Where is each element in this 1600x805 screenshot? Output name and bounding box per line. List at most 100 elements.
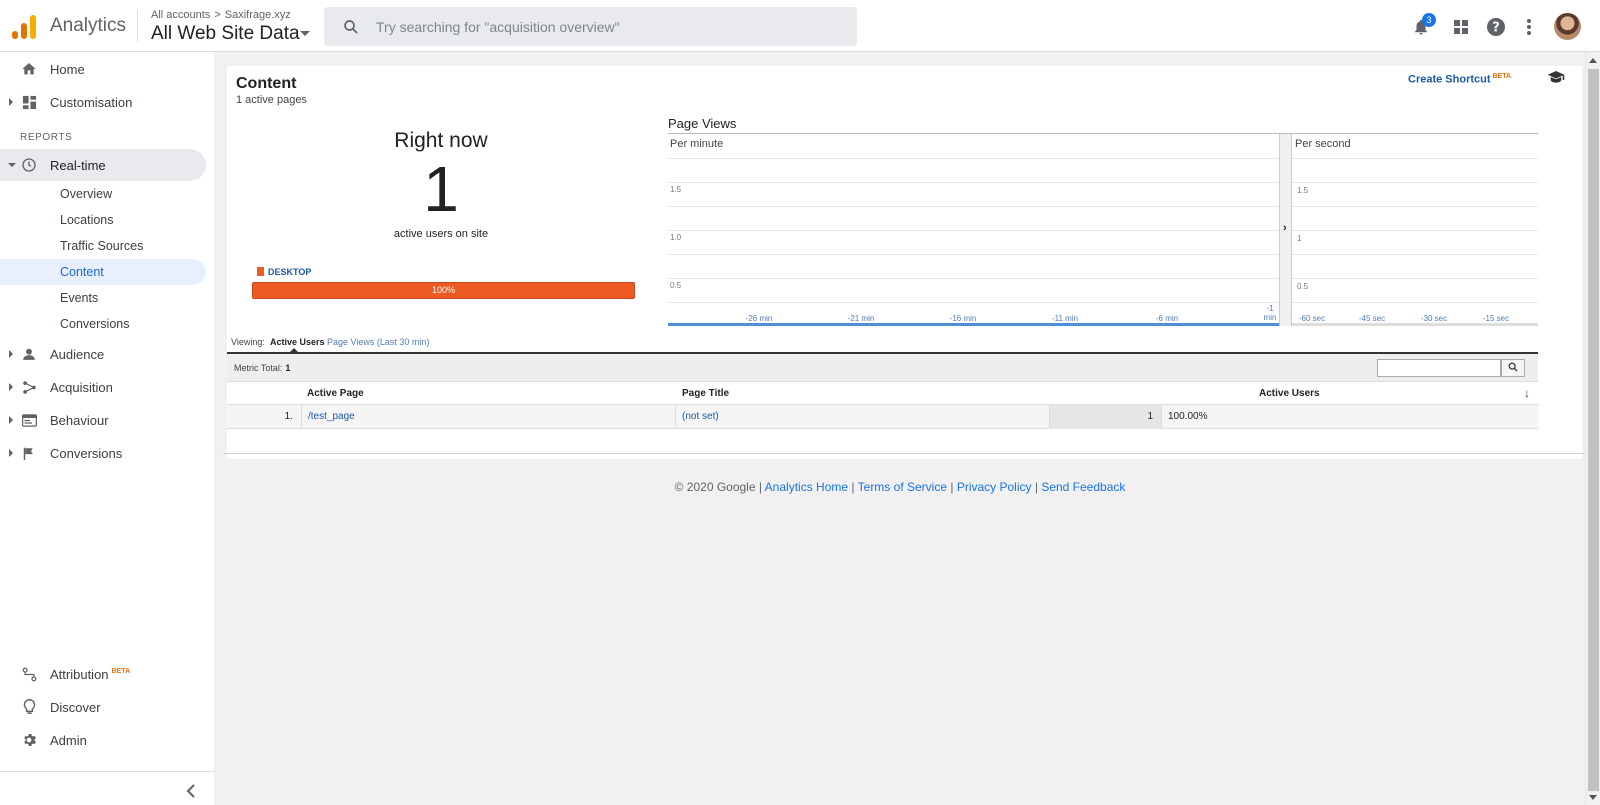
analytics-logo[interactable] bbox=[12, 13, 36, 39]
clock-icon bbox=[20, 156, 38, 174]
column-header-page-title[interactable]: Page Title bbox=[682, 388, 729, 399]
x-tick-label: -60 sec bbox=[1298, 314, 1326, 323]
sidebar-item-realtime[interactable]: Real-time bbox=[0, 149, 206, 181]
y-tick-label: 1.5 bbox=[1297, 186, 1309, 195]
chart-toggle-handle[interactable]: › bbox=[1279, 134, 1292, 326]
graduation-cap-icon[interactable] bbox=[1547, 70, 1565, 89]
sort-descending-icon[interactable]: ↓ bbox=[1524, 386, 1530, 400]
sidebar-item-label: Customisation bbox=[50, 94, 133, 110]
sidebar-item-label: Behaviour bbox=[50, 412, 109, 428]
active-page-value[interactable]: /test_page bbox=[308, 411, 355, 422]
gridline bbox=[1292, 278, 1538, 279]
copyright: © 2020 Google bbox=[674, 480, 756, 494]
expand-caret-icon[interactable] bbox=[9, 449, 13, 457]
view-selector[interactable]: All Web Site Data bbox=[151, 23, 300, 45]
sidebar-subitem-label: Locations bbox=[60, 213, 114, 227]
browser-window-icon bbox=[20, 411, 38, 429]
gridline bbox=[668, 302, 1279, 303]
footer-link-analytics-home[interactable]: Analytics Home bbox=[765, 480, 848, 494]
sidebar-item-label: Conversions bbox=[50, 445, 123, 461]
caret-down-icon[interactable] bbox=[300, 31, 310, 36]
sidebar-item-label: Attribution BETA bbox=[50, 667, 130, 682]
gridline bbox=[1292, 302, 1538, 303]
notification-count-badge: 3 bbox=[1422, 13, 1436, 27]
table-filter-input[interactable] bbox=[1377, 359, 1501, 377]
y-tick-label: 0.5 bbox=[1297, 282, 1309, 291]
scrollbar-thumb[interactable] bbox=[1588, 69, 1599, 791]
sidebar-item-label: Admin bbox=[50, 732, 87, 748]
sidebar-item-home[interactable]: Home bbox=[0, 53, 206, 85]
sidebar-item-admin[interactable]: Admin bbox=[0, 724, 206, 756]
sidebar-subitem-traffic-sources[interactable]: Traffic Sources bbox=[0, 233, 206, 259]
gridline bbox=[1292, 206, 1538, 207]
sidebar-item-discover[interactable]: Discover bbox=[0, 691, 206, 723]
expand-caret-icon[interactable] bbox=[9, 416, 13, 424]
sidebar-subitem-conversions[interactable]: Conversions bbox=[0, 311, 206, 337]
per-minute-label: Per minute bbox=[670, 138, 724, 150]
footer-link-privacy[interactable]: Privacy Policy bbox=[957, 480, 1032, 494]
sidebar-item-acquisition[interactable]: Acquisition bbox=[0, 371, 206, 403]
footer-separator: | bbox=[851, 480, 855, 494]
sidebar-item-attribution[interactable]: Attribution BETA bbox=[0, 658, 206, 690]
column-header-active-page[interactable]: Active Page bbox=[307, 388, 364, 399]
collapse-sidebar-chevron-icon[interactable] bbox=[186, 784, 198, 798]
device-legend-label[interactable]: DESKTOP bbox=[268, 267, 311, 277]
vertical-scrollbar[interactable] bbox=[1585, 52, 1600, 805]
sidebar-subitem-overview[interactable]: Overview bbox=[0, 181, 206, 207]
tab-page-views[interactable]: Page Views (Last 30 min) bbox=[327, 337, 429, 347]
column-header-active-users[interactable]: Active Users bbox=[1259, 388, 1320, 399]
logo-bar-short bbox=[12, 31, 18, 39]
sidebar-item-audience[interactable]: Audience bbox=[0, 338, 206, 370]
tab-active-users[interactable]: Active Users bbox=[270, 337, 325, 347]
sidebar-item-label: Acquisition bbox=[50, 379, 113, 395]
y-tick-label: 0.5 bbox=[670, 281, 682, 290]
page-title-value[interactable]: (not set) bbox=[682, 411, 719, 422]
y-tick-label: 1.5 bbox=[670, 185, 682, 194]
page-views-chart: Per minute 1.5 1.0 0.5 -26 min -21 min -… bbox=[668, 133, 1538, 329]
gridline bbox=[668, 182, 1279, 183]
create-shortcut-label: Create Shortcut bbox=[1408, 73, 1491, 86]
sidebar-subitem-locations[interactable]: Locations bbox=[0, 207, 206, 233]
gridline bbox=[668, 230, 1279, 231]
sidebar-subitem-label: Overview bbox=[60, 187, 113, 201]
svg-text:?: ? bbox=[1492, 21, 1500, 36]
x-tick-label: -11 min bbox=[1051, 314, 1079, 323]
expand-caret-icon[interactable] bbox=[9, 383, 13, 391]
page-title-cell: (not set) bbox=[676, 405, 1050, 429]
account-breadcrumb[interactable]: All accounts > Saxifrage.xyz bbox=[151, 9, 291, 21]
more-vert-icon[interactable] bbox=[1518, 16, 1540, 38]
metric-total: Metric Total: 1 bbox=[234, 363, 290, 373]
search-bar[interactable] bbox=[324, 7, 857, 46]
apps-grid-icon[interactable] bbox=[1450, 16, 1472, 38]
beta-badge: BETA bbox=[1492, 73, 1512, 80]
sidebar-subitem-label: Traffic Sources bbox=[60, 239, 144, 253]
breadcrumb-account[interactable]: Saxifrage.xyz bbox=[225, 9, 291, 21]
scroll-up-arrow-icon[interactable] bbox=[1589, 58, 1597, 63]
table-header: Active Page Page Title Active Users ↓ bbox=[227, 382, 1538, 405]
footer-link-terms[interactable]: Terms of Service bbox=[858, 480, 947, 494]
page-title: Content bbox=[236, 75, 297, 92]
footer-separator: | bbox=[950, 480, 954, 494]
avatar[interactable] bbox=[1554, 13, 1581, 40]
create-shortcut-link[interactable]: Create Shortcut BETA bbox=[1408, 73, 1511, 86]
expand-caret-icon[interactable] bbox=[9, 350, 13, 358]
table-search-button[interactable] bbox=[1501, 359, 1525, 377]
sidebar-item-behaviour[interactable]: Behaviour bbox=[0, 404, 206, 436]
search-input[interactable] bbox=[376, 7, 836, 46]
expand-caret-icon[interactable] bbox=[9, 98, 13, 106]
sidebar-item-conversions[interactable]: Conversions bbox=[0, 437, 206, 469]
footer-link-feedback[interactable]: Send Feedback bbox=[1041, 480, 1125, 494]
help-icon[interactable]: ? bbox=[1485, 16, 1507, 38]
beta-badge: BETA bbox=[111, 668, 131, 676]
active-users-percent: 100.00% bbox=[1168, 411, 1208, 422]
main-content: Content 1 active pages Create Shortcut BE… bbox=[215, 52, 1585, 805]
x-tick-label: -21 min bbox=[847, 314, 875, 323]
row-index: 1. bbox=[227, 405, 302, 429]
scroll-down-arrow-icon[interactable] bbox=[1589, 795, 1597, 800]
sidebar-item-customisation[interactable]: Customisation bbox=[0, 86, 206, 118]
sidebar-subitem-content[interactable]: Content bbox=[0, 259, 206, 285]
collapse-caret-icon[interactable] bbox=[8, 163, 16, 167]
sidebar-subitem-events[interactable]: Events bbox=[0, 285, 206, 311]
breadcrumb-root[interactable]: All accounts bbox=[151, 9, 210, 21]
chevron-right-icon: › bbox=[1283, 222, 1287, 234]
